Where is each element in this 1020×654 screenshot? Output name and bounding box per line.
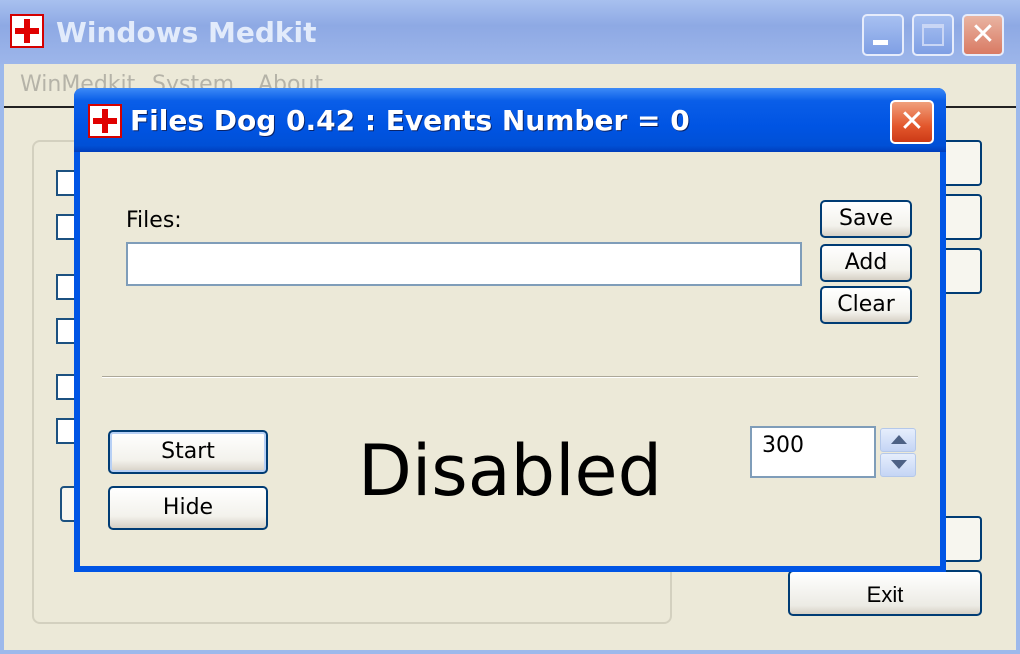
exit-button[interactable]: Exit (788, 570, 982, 616)
spin-down-icon (891, 460, 907, 469)
spin-up-icon (891, 435, 907, 444)
maximize-button[interactable] (912, 14, 954, 56)
red-cross-icon (10, 14, 44, 48)
spin-down-button[interactable] (880, 453, 916, 477)
close-icon: ✕ (899, 104, 925, 139)
save-button[interactable]: Save (820, 200, 912, 238)
checkbox[interactable] (56, 374, 76, 400)
interval-input[interactable] (750, 426, 876, 478)
hide-button[interactable]: Hide (108, 486, 268, 530)
files-label: Files: (126, 208, 182, 233)
checkbox[interactable] (56, 274, 76, 300)
spin-up-button[interactable] (880, 428, 916, 452)
dialog-title: Files Dog 0.42 : Events Number = 0 (130, 104, 690, 137)
start-button[interactable]: Start (108, 430, 268, 474)
main-close-button[interactable]: ✕ (962, 14, 1004, 56)
files-dog-dialog: Files Dog 0.42 : Events Number = 0 ✕ Fil… (74, 88, 946, 572)
separator (102, 376, 918, 378)
files-input[interactable] (126, 242, 802, 286)
checkbox[interactable] (56, 318, 76, 344)
dialog-close-button[interactable]: ✕ (890, 100, 934, 144)
main-titlebar[interactable]: Windows Medkit ✕ (0, 0, 1020, 64)
add-button[interactable]: Add (820, 244, 912, 282)
checkbox[interactable] (56, 418, 76, 444)
main-window-title: Windows Medkit (56, 16, 317, 49)
checkbox[interactable] (56, 214, 76, 240)
dialog-titlebar[interactable]: Files Dog 0.42 : Events Number = 0 ✕ (74, 88, 946, 152)
dialog-client-area: Files: Save Add Clear Start Hide Disable… (80, 152, 940, 566)
status-text: Disabled (357, 430, 663, 512)
close-icon: ✕ (970, 17, 996, 52)
minimize-button[interactable] (862, 14, 904, 56)
red-cross-icon (88, 104, 122, 138)
clear-button[interactable]: Clear (820, 286, 912, 324)
checkbox[interactable] (56, 170, 76, 196)
